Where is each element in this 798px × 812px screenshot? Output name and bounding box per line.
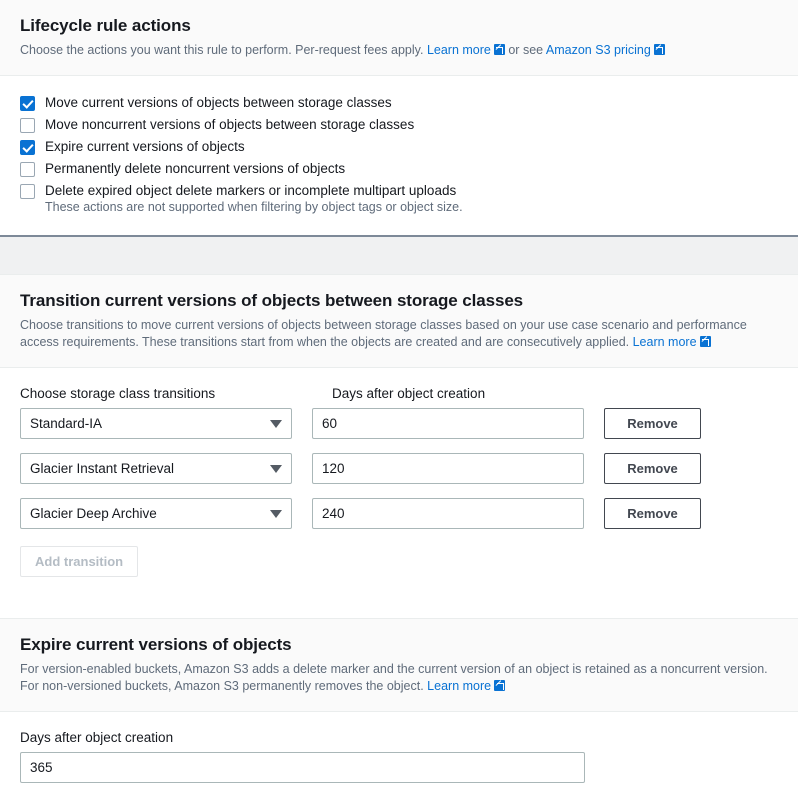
lifecycle-rule-page: Lifecycle rule actions Choose the action…: [0, 0, 798, 803]
actions-section-header: Lifecycle rule actions Choose the action…: [0, 0, 798, 76]
page-title: Lifecycle rule actions: [20, 16, 191, 35]
checkbox-label: Delete expired object delete markers or …: [45, 183, 457, 198]
checkbox-label: Permanently delete noncurrent versions o…: [45, 161, 346, 176]
checkbox-label: Move current versions of objects between…: [45, 95, 392, 110]
expire-section-body: Days after object creation: [0, 712, 798, 803]
checkbox-label: Expire current versions of objects: [45, 139, 245, 154]
learn-more-label: Learn more: [632, 335, 697, 349]
days-input-1[interactable]: [312, 408, 584, 439]
actions-description-mid: or see: [508, 43, 544, 57]
checkbox-expire-current-versions[interactable]: Expire current versions of objects: [20, 138, 778, 155]
external-link-icon: [494, 680, 506, 691]
transition-row: Standard-IA Remove: [20, 408, 778, 439]
expire-learn-more-link[interactable]: Learn more: [427, 679, 491, 693]
remove-transition-button-3[interactable]: Remove: [604, 498, 701, 529]
storage-class-value: Standard-IA: [30, 416, 103, 431]
checkbox-move-current-versions[interactable]: Move current versions of objects between…: [20, 94, 778, 111]
days-input-2[interactable]: [312, 453, 584, 484]
actions-description-text: Choose the actions you want this rule to…: [20, 43, 424, 57]
remove-transition-button-2[interactable]: Remove: [604, 453, 701, 484]
pricing-label: Amazon S3 pricing: [545, 43, 651, 57]
chevron-down-icon: [270, 419, 282, 428]
section-divider-light: [0, 597, 798, 619]
checkbox-delete-expired-markers[interactable]: Delete expired object delete markers or …: [20, 182, 778, 199]
storage-class-select-3[interactable]: Glacier Deep Archive: [20, 498, 292, 529]
actions-section-body: Move current versions of objects between…: [0, 76, 798, 235]
storage-class-select-2[interactable]: Glacier Instant Retrieval: [20, 453, 292, 484]
expire-days-input[interactable]: [20, 752, 585, 783]
remove-transition-button-1[interactable]: Remove: [604, 408, 701, 439]
expire-section-title: Expire current versions of objects: [20, 635, 292, 654]
storage-class-value: Glacier Deep Archive: [30, 506, 157, 521]
checkbox-icon[interactable]: [20, 184, 35, 199]
transition-section-description: Choose transitions to move current versi…: [20, 317, 778, 351]
expire-section-header: Expire current versions of objects For v…: [0, 619, 798, 712]
transition-section-header: Transition current versions of objects b…: [0, 275, 798, 368]
checkbox-helper-note: These actions are not supported when fil…: [45, 200, 463, 214]
checkbox-move-noncurrent-versions[interactable]: Move noncurrent versions of objects betw…: [20, 116, 778, 133]
column-header-storage-class: Choose storage class transitions: [20, 386, 216, 401]
chevron-down-icon: [270, 464, 282, 473]
learn-more-label: Learn more: [427, 679, 492, 693]
days-input-3[interactable]: [312, 498, 584, 529]
external-link-icon: [493, 44, 505, 55]
expire-description-text: For version-enabled buckets, Amazon S3 a…: [20, 662, 768, 693]
checkbox-icon[interactable]: [20, 96, 35, 111]
transition-row: Glacier Deep Archive Remove: [20, 498, 778, 529]
expire-days-label: Days after object creation: [20, 730, 174, 745]
checkbox-icon[interactable]: [20, 140, 35, 155]
expire-section-description: For version-enabled buckets, Amazon S3 a…: [20, 661, 778, 695]
transition-section-title: Transition current versions of objects b…: [20, 291, 524, 310]
checkbox-permanently-delete-noncurrent[interactable]: Permanently delete noncurrent versions o…: [20, 160, 778, 177]
column-header-days: Days after object creation: [332, 386, 486, 401]
checkbox-icon[interactable]: [20, 162, 35, 177]
transition-column-headers: Choose storage class transitions Days af…: [20, 386, 778, 401]
storage-class-value: Glacier Instant Retrieval: [30, 461, 175, 476]
checkbox-label: Move noncurrent versions of objects betw…: [45, 117, 415, 132]
storage-class-select-1[interactable]: Standard-IA: [20, 408, 292, 439]
learn-more-label: Learn more: [426, 43, 491, 57]
chevron-down-icon: [270, 509, 282, 518]
actions-section-description: Choose the actions you want this rule to…: [20, 42, 778, 59]
transition-section-body: Choose storage class transitions Days af…: [0, 368, 798, 597]
checkbox-icon[interactable]: [20, 118, 35, 133]
section-divider: [0, 235, 798, 275]
s3-pricing-link[interactable]: Amazon S3 pricing: [546, 43, 651, 57]
transition-learn-more-link[interactable]: Learn more: [633, 335, 697, 349]
transition-row: Glacier Instant Retrieval Remove: [20, 453, 778, 484]
add-transition-button[interactable]: Add transition: [20, 546, 139, 577]
actions-learn-more-link[interactable]: Learn more: [427, 43, 491, 57]
external-link-icon: [699, 336, 711, 347]
lifecycle-action-checkbox-list: Move current versions of objects between…: [20, 94, 778, 215]
external-link-icon: [653, 44, 665, 55]
